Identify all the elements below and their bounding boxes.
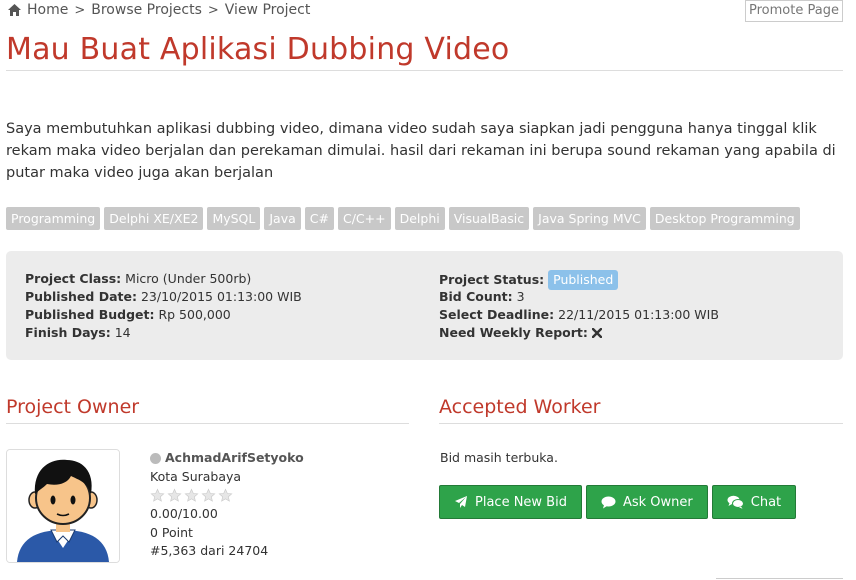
- owner-rating: 0.00/10.00: [150, 506, 218, 521]
- owner-info: AchmadArifSetyoko Kota Surabaya 0.00/10.…: [150, 449, 304, 561]
- skill-tags: Programming Delphi XE/XE2 MySQL Java C# …: [6, 207, 800, 230]
- info-label: Published Date:: [25, 289, 137, 304]
- breadcrumb: Home > Browse Projects > View Project: [8, 0, 310, 20]
- page-title: Mau Buat Aplikasi Dubbing Video: [6, 32, 510, 67]
- skill-tag[interactable]: Java Spring MVC: [533, 207, 646, 230]
- skill-tag[interactable]: VisualBasic: [448, 207, 530, 230]
- promote-page-button[interactable]: Promote Page: [745, 0, 843, 22]
- info-value: 14: [114, 325, 131, 340]
- ask-owner-button[interactable]: Ask Owner: [585, 485, 708, 519]
- place-new-bid-button[interactable]: Place New Bid: [439, 485, 582, 519]
- breadcrumb-home-link[interactable]: Home: [27, 2, 68, 18]
- info-label: Published Budget:: [25, 307, 155, 322]
- info-value: Micro (Under 500rb): [125, 271, 252, 286]
- project-info-panel: Project Class: Micro (Under 500rb) Publi…: [6, 251, 843, 360]
- skill-tag[interactable]: Delphi: [394, 207, 445, 230]
- chat-icon: [727, 495, 744, 509]
- button-label: Place New Bid: [475, 494, 567, 510]
- info-label: Finish Days:: [25, 325, 111, 340]
- project-owner-heading: Project Owner: [6, 396, 140, 418]
- info-project-class: Project Class: Micro (Under 500rb): [25, 270, 302, 288]
- rating-stars: [150, 486, 304, 505]
- status-badge: Published: [548, 270, 619, 290]
- star-icon: [184, 488, 199, 502]
- info-label: Project Class:: [25, 271, 122, 286]
- skill-tag[interactable]: C#: [304, 207, 334, 230]
- info-project-status: Project Status: Published: [439, 270, 719, 290]
- x-icon: [591, 328, 602, 338]
- button-label: Chat: [750, 494, 782, 510]
- send-icon: [455, 496, 467, 508]
- home-icon: [8, 4, 21, 16]
- info-value: 3: [516, 289, 525, 304]
- breadcrumb-separator: >: [207, 2, 219, 18]
- owner-points: 0 Point: [150, 524, 193, 540]
- breadcrumb-browse-projects-link[interactable]: Browse Projects: [91, 2, 202, 18]
- star-icon: [201, 488, 216, 502]
- skill-tag[interactable]: Delphi XE/XE2: [104, 207, 204, 230]
- star-icon: [218, 488, 233, 502]
- info-label: Need Weekly Report:: [439, 325, 588, 340]
- breadcrumb-current: View Project: [224, 2, 311, 18]
- info-bid-count: Bid Count: 3: [439, 288, 719, 306]
- info-value: Rp 500,000: [158, 307, 231, 322]
- info-finish-days: Finish Days: 14: [25, 324, 302, 342]
- section-divider: [6, 423, 409, 424]
- info-published-date: Published Date: 23/10/2015 01:13:00 WIB: [25, 288, 302, 306]
- info-label: Bid Count:: [439, 289, 513, 304]
- info-weekly-report: Need Weekly Report:: [439, 324, 719, 342]
- accepted-worker-heading: Accepted Worker: [439, 396, 601, 418]
- chat-button[interactable]: Chat: [711, 485, 797, 519]
- comment-icon: [601, 496, 616, 508]
- info-published-budget: Published Budget: Rp 500,000: [25, 306, 302, 324]
- owner-name-row: AchmadArifSetyoko: [150, 449, 304, 468]
- star-icon: [150, 488, 165, 502]
- owner-city: Kota Surabaya: [150, 468, 242, 484]
- title-divider: [6, 70, 843, 71]
- skill-tag[interactable]: Programming: [6, 207, 101, 230]
- worker-status-text: Bid masih terbuka.: [440, 450, 558, 465]
- project-description: Saya membutuhkan aplikasi dubbing video,…: [6, 121, 836, 181]
- info-label: Select Deadline:: [439, 307, 555, 322]
- info-select-deadline: Select Deadline: 22/11/2015 01:13:00 WIB: [439, 306, 719, 324]
- owner-name-link[interactable]: AchmadArifSetyoko: [165, 449, 304, 468]
- star-icon: [167, 488, 182, 502]
- skill-tag[interactable]: Desktop Programming: [649, 207, 800, 230]
- info-value: 22/11/2015 01:13:00 WIB: [558, 307, 719, 322]
- footer-divider: [716, 578, 843, 579]
- skill-tag[interactable]: Java: [264, 207, 301, 230]
- breadcrumb-separator: >: [74, 2, 86, 18]
- project-info-right: Project Status: Published Bid Count: 3 S…: [439, 270, 719, 342]
- skill-tag[interactable]: MySQL: [207, 207, 261, 230]
- online-status-icon: [150, 452, 161, 464]
- button-label: Ask Owner: [622, 494, 693, 510]
- avatar[interactable]: [6, 449, 120, 563]
- info-value: 23/10/2015 01:13:00 WIB: [140, 289, 302, 304]
- project-info-left: Project Class: Micro (Under 500rb) Publi…: [25, 270, 302, 342]
- info-label: Project Status:: [439, 272, 545, 287]
- section-divider: [439, 423, 843, 424]
- action-buttons: Place New Bid Ask Owner Chat: [439, 485, 797, 519]
- owner-rank: #5,363 dari 24704: [150, 543, 269, 558]
- default-user-avatar-icon: [7, 450, 119, 562]
- skill-tag[interactable]: C/C++: [337, 207, 391, 230]
